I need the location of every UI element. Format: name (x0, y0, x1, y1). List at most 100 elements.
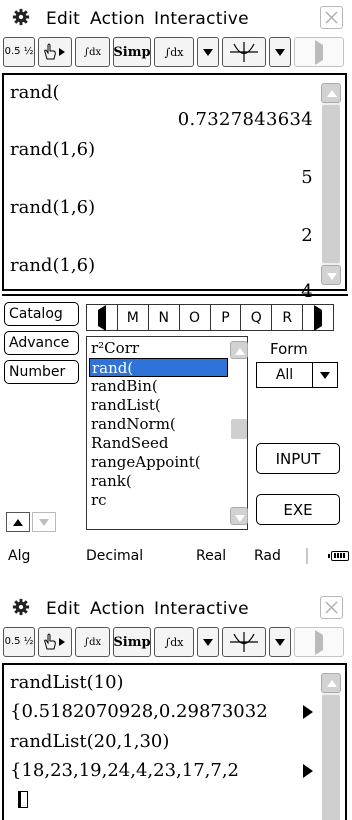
catalog-item[interactable]: randNorm( (89, 415, 228, 434)
menu-edit[interactable]: Edit (46, 9, 80, 29)
toolbar-next-button[interactable] (294, 37, 344, 67)
chevron-down-icon (320, 372, 330, 379)
toolbar: 0.5 ½ ∫dx Simp ∫dx (0, 34, 352, 70)
dropdown-button[interactable] (197, 37, 219, 67)
catalog-item-selected[interactable]: rand( (89, 358, 228, 377)
catalog-item[interactable]: RandSeed (89, 434, 228, 453)
scroll-up-button[interactable] (321, 83, 341, 103)
integral-toggle-button[interactable]: ∫dx (75, 37, 110, 67)
status-bar: Alg Decimal Real Rad (0, 544, 352, 566)
menu-edit[interactable]: Edit (46, 599, 80, 619)
menu-interactive[interactable]: Interactive (154, 9, 249, 29)
scroll-down-button[interactable] (321, 265, 341, 285)
simp-button[interactable]: Simp (113, 37, 151, 67)
hand-tool-button[interactable] (38, 37, 72, 67)
letter-key-p[interactable]: P (211, 305, 242, 330)
status-mode[interactable]: Alg (8, 548, 30, 564)
catalog-scrollbar[interactable] (230, 341, 249, 527)
output-line[interactable]: {18,23,19,24,4,23,17,7,2 (10, 760, 239, 781)
fraction-decimal-label: 0.5 ½ (4, 46, 34, 57)
keyboard-page-down-button[interactable] (32, 512, 56, 532)
integral-line-button[interactable]: ∫dx (154, 37, 194, 67)
exe-button[interactable]: EXE (256, 494, 340, 525)
result-line[interactable]: 0.7327843634 (178, 109, 313, 130)
graph-dropdown-button[interactable] (269, 627, 291, 657)
letter-prev-button[interactable] (87, 305, 118, 330)
result-line[interactable]: 5 (301, 167, 313, 188)
main-work-area[interactable]: rand( 0.7327843634 rand(1,6) 5 rand(1,6)… (2, 73, 347, 302)
simp-label: Simp (113, 44, 151, 60)
menu-interactive[interactable]: Interactive (154, 599, 249, 619)
hand-tool-button[interactable] (38, 627, 72, 657)
graph-icon (230, 632, 258, 652)
result-line[interactable]: 2 (301, 225, 313, 246)
graph-button[interactable] (222, 37, 266, 67)
text-cursor[interactable] (18, 791, 28, 808)
letter-key-n[interactable]: N (149, 305, 180, 330)
vertical-scrollbar[interactable] (321, 673, 341, 820)
chevron-down-icon (275, 49, 285, 56)
dropdown-button[interactable] (197, 627, 219, 657)
simp-button[interactable]: Simp (113, 627, 151, 657)
gear-icon[interactable] (12, 598, 30, 616)
input-button[interactable]: INPUT (256, 443, 340, 474)
scroll-thumb[interactable] (322, 695, 340, 820)
scroll-thumb[interactable] (231, 419, 247, 439)
graph-dropdown-button[interactable] (269, 37, 291, 67)
more-right-icon[interactable] (302, 703, 314, 721)
input-line[interactable]: rand(1,6) (10, 139, 95, 160)
status-angle[interactable]: Rad (254, 548, 281, 564)
tab-advance[interactable]: Advance (4, 331, 79, 355)
input-line[interactable]: randList(20,1,30) (10, 731, 169, 752)
form-select[interactable]: All (256, 362, 338, 388)
vertical-scrollbar[interactable] (321, 83, 341, 285)
main-work-area[interactable]: randList(10) {0.5182070928,0.29873032 ra… (2, 663, 347, 820)
keyboard-page-up-button[interactable] (6, 512, 30, 532)
graph-button[interactable] (222, 627, 266, 657)
form-dropdown-button[interactable] (313, 363, 337, 387)
chevron-right-icon (315, 45, 323, 60)
scroll-up-button[interactable] (230, 341, 248, 359)
letter-key-o[interactable]: O (180, 305, 211, 330)
integral-line-button[interactable]: ∫dx (154, 627, 194, 657)
chevron-left-icon (98, 310, 106, 326)
toolbar-next-button[interactable] (294, 627, 344, 657)
catalog-item[interactable]: rc (89, 491, 228, 510)
letter-key-q[interactable]: Q (241, 305, 273, 330)
letter-next-button[interactable] (303, 305, 333, 330)
tab-catalog[interactable]: Catalog (4, 302, 79, 326)
output-line[interactable]: {0.5182070928,0.29873032 (10, 701, 268, 722)
close-button[interactable] (320, 6, 343, 29)
letter-key-m[interactable]: M (118, 305, 149, 330)
catalog-item[interactable]: rangeAppoint( (89, 453, 228, 472)
status-number-format[interactable]: Decimal (86, 548, 143, 564)
tab-number[interactable]: Number (4, 360, 79, 384)
catalog-item[interactable]: randBin( (89, 377, 228, 396)
letter-key-r[interactable]: R (272, 305, 304, 330)
menu-action[interactable]: Action (90, 599, 145, 619)
input-line[interactable]: randList(10) (10, 672, 124, 693)
fraction-decimal-button[interactable]: 0.5 ½ (3, 37, 35, 67)
hand-pointer-icon (44, 633, 65, 650)
more-right-icon[interactable] (302, 762, 314, 780)
scroll-up-button[interactable] (321, 673, 341, 693)
catalog-item[interactable]: randList( (89, 396, 228, 415)
scroll-thumb[interactable] (322, 105, 340, 263)
input-line[interactable]: rand(1,6) (10, 197, 95, 218)
status-domain[interactable]: Real (196, 548, 226, 564)
fraction-decimal-button[interactable]: 0.5 ½ (3, 627, 35, 657)
menu-action[interactable]: Action (90, 9, 145, 29)
chevron-down-icon (39, 519, 49, 526)
input-line[interactable]: rand(1,6) (10, 255, 95, 276)
integral-toggle-button[interactable]: ∫dx (75, 627, 110, 657)
catalog-item[interactable]: r²Corr (89, 339, 228, 358)
input-line[interactable]: rand( (10, 82, 59, 103)
chevron-right-icon (314, 310, 322, 326)
catalog-list[interactable]: r²Corr rand( randBin( randList( randNorm… (86, 336, 248, 530)
gear-icon[interactable] (12, 8, 30, 26)
scroll-down-button[interactable] (230, 507, 248, 525)
close-button[interactable] (320, 596, 343, 619)
catalog-item[interactable]: rank( (89, 472, 228, 491)
chevron-down-icon (203, 639, 213, 646)
menu-bar: Edit Action Interactive (0, 596, 352, 624)
